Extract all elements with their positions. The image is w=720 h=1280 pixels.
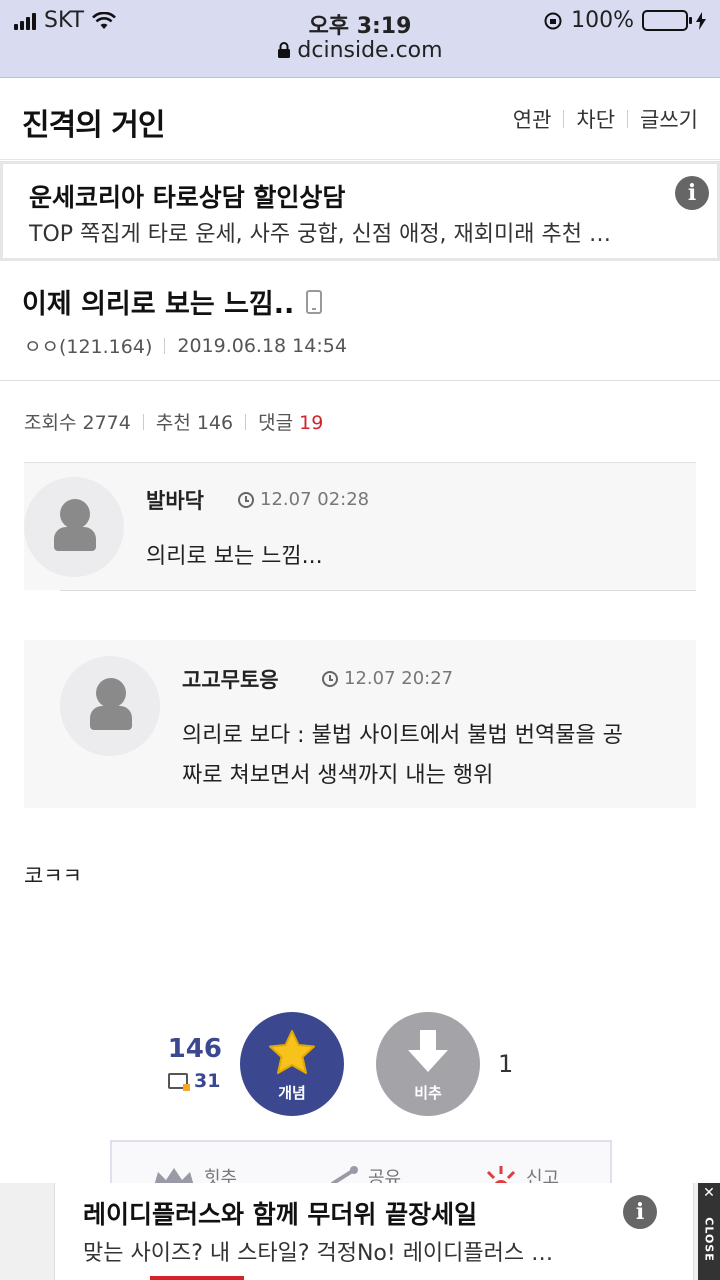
post-title: 이제 의리로 보는 느낌..	[22, 282, 323, 321]
comment-time-text: 12.07 02:28	[260, 489, 370, 510]
ad-close-button[interactable]: ✕ CLOSE	[698, 1183, 720, 1280]
comment-author: 발바닥	[146, 489, 204, 513]
comment-count[interactable]: 댓글 19	[258, 408, 323, 435]
mobile-icon	[306, 289, 323, 314]
comment-time-text: 12.07 20:27	[344, 668, 454, 689]
quoted-comment: 고고무토응 12.07 20:27 의리로 보다 : 불법 사이트에서 불법 번…	[24, 640, 696, 808]
divider	[142, 413, 144, 430]
ad-title: 운세코리아 타로상담 할인상담	[29, 183, 346, 212]
battery-icon	[642, 10, 692, 31]
bottom-ad-banner: 레이디플러스와 함께 무더위 끝장세일 맞는 사이즈? 내 스타일? 걱정No!…	[0, 1183, 720, 1280]
comment-text: 의리로 보는 느낌...	[146, 544, 323, 569]
clock-icon	[322, 670, 338, 687]
top-ad-banner[interactable]: 운세코리아 타로상담 할인상담 TOP 쪽집게 타로 운세, 사주 궁합, 신점…	[0, 161, 720, 261]
write-link[interactable]: 글쓰기	[640, 104, 698, 134]
comment-author: 고고무토응	[182, 668, 279, 692]
divider	[563, 110, 565, 128]
comment-label: 댓글	[258, 412, 294, 434]
block-link[interactable]: 차단	[576, 104, 615, 134]
downvote-label: 비추	[414, 1084, 442, 1102]
charging-icon	[696, 11, 706, 30]
gallery-title[interactable]: 진격의 거인	[22, 100, 165, 144]
ad-description: 맞는 사이즈? 내 스타일? 걱정No! 레이디플러스 …	[83, 1241, 554, 1266]
view-count: 조회수 2774	[24, 412, 131, 434]
bottom-ad-card[interactable]: 레이디플러스와 함께 무더위 끝장세일 맞는 사이즈? 내 스타일? 걱정No!…	[54, 1183, 694, 1280]
avatar	[24, 477, 124, 577]
comment-text-line: 의리로 보다 : 불법 사이트에서 불법 번역물을 공	[182, 723, 623, 748]
post-body: 코ㅋㅋ	[24, 864, 82, 888]
quoted-comment: 발바닥 12.07 02:28 의리로 보는 느낌...	[24, 462, 696, 590]
fixed-user-icon	[168, 1073, 190, 1091]
fixed-upvote-count: 31	[168, 1070, 220, 1092]
gallery-header: 진격의 거인 연관 차단 글쓰기	[0, 78, 720, 160]
upvote-count: 146	[167, 1034, 222, 1064]
divider	[60, 590, 696, 591]
post-stats: 조회수 2774 추천 146 댓글 19	[24, 408, 323, 435]
battery-group: 100%	[543, 8, 706, 33]
section-divider	[0, 380, 720, 381]
comment-text-line: 짜로 쳐보면서 생색까지 내는 행위	[182, 763, 494, 788]
lock-icon	[278, 42, 291, 58]
post-author[interactable]: ㅇㅇ(121.164)	[24, 332, 152, 359]
ad-description: TOP 쪽집게 타로 운세, 사주 궁합, 신점 애정, 재회미래 추천 …	[29, 222, 611, 247]
divider	[627, 110, 629, 128]
recommend-count: 추천 146	[155, 412, 234, 434]
clock-icon	[238, 491, 254, 508]
url-text: dcinside.com	[297, 38, 443, 63]
address-bar[interactable]: dcinside.com	[0, 38, 720, 63]
divider	[245, 413, 247, 430]
downvote-count: 1	[498, 1050, 514, 1078]
downvote-button[interactable]: 비추	[376, 1012, 480, 1116]
comment-time: 12.07 02:28	[238, 489, 369, 510]
post-date: 2019.06.18 14:54	[177, 334, 347, 357]
post-title-text: 이제 의리로 보는 느낌..	[22, 289, 295, 320]
status-bar: SKT 오후 3:19 100% dcinside.com	[0, 0, 720, 78]
close-icon: ✕	[703, 1185, 715, 1201]
avatar	[60, 656, 160, 756]
info-icon[interactable]: i	[623, 1195, 657, 1229]
header-links: 연관 차단 글쓰기	[513, 104, 698, 134]
related-link[interactable]: 연관	[513, 104, 552, 134]
battery-percent: 100%	[571, 8, 634, 33]
post-meta: ㅇㅇ(121.164) 2019.06.18 14:54	[24, 332, 347, 359]
down-arrow-icon	[408, 1030, 448, 1072]
comment-number: 19	[299, 412, 324, 434]
comment-time: 12.07 20:27	[322, 668, 453, 689]
upvote-button[interactable]: 개념	[240, 1012, 344, 1116]
rotation-lock-icon	[544, 12, 562, 29]
bottom-indicator	[150, 1276, 244, 1280]
info-icon[interactable]: i	[675, 176, 709, 210]
star-icon	[269, 1030, 315, 1074]
close-label: CLOSE	[702, 1217, 716, 1262]
fixed-count-text: 31	[194, 1070, 221, 1092]
divider	[164, 337, 166, 354]
comment-text: 의리로 보다 : 불법 사이트에서 불법 번역물을 공 짜로 쳐보면서 생색까지…	[182, 716, 623, 796]
upvote-label: 개념	[278, 1084, 306, 1102]
ad-title: 레이디플러스와 함께 무더위 끝장세일	[83, 1200, 478, 1229]
